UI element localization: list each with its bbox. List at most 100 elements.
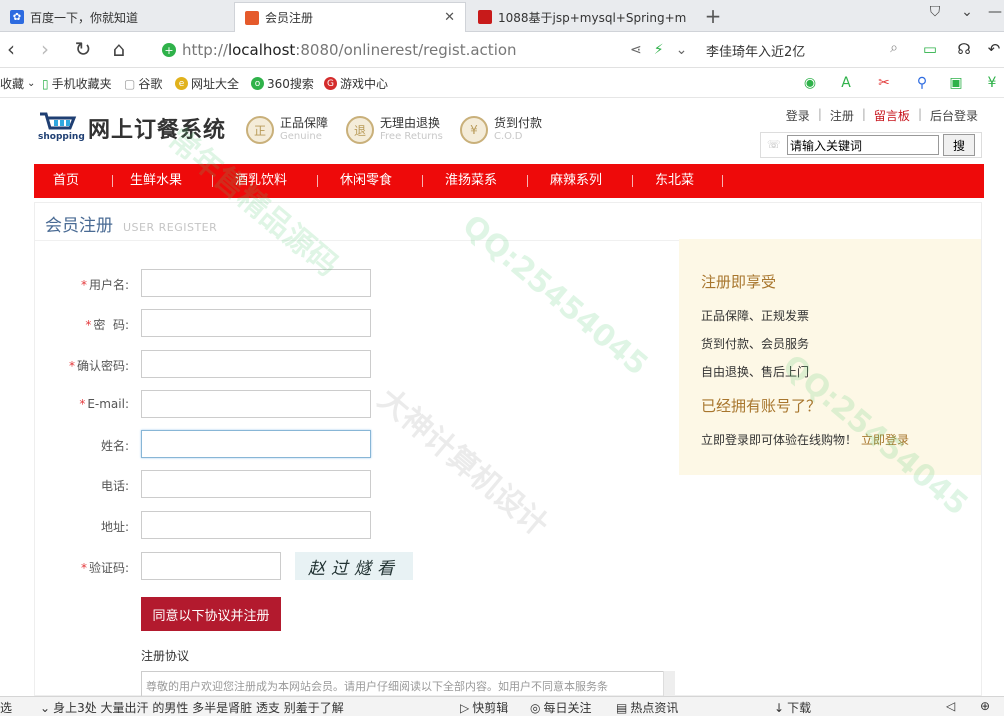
search-icon[interactable]: ⌕: [890, 40, 898, 56]
fav-label: 谷歌: [138, 77, 163, 91]
lightning-icon[interactable]: ⚡: [654, 42, 664, 58]
required-mark: *: [80, 561, 87, 575]
search-icon: o: [251, 77, 264, 90]
nav-fresh-fruit[interactable]: 生鲜水果: [130, 164, 182, 198]
fav-mobile[interactable]: ▯ 手机收藏夹: [42, 75, 112, 92]
fav-sites[interactable]: e 网址大全: [175, 75, 239, 92]
have-account-heading: 已经拥有账号了？: [701, 397, 822, 415]
phone-input[interactable]: [141, 470, 371, 498]
quick-clip[interactable]: ▷ 快剪辑: [460, 699, 508, 716]
admin-login-link[interactable]: 后台登录: [930, 107, 978, 124]
url-field[interactable]: + http://localhost:8080/onlinerest/regis…: [162, 36, 696, 64]
news-ticker[interactable]: ⌄ 身上3处 大量出汗 的男性 多半是肾脏 透支 别羞于了解: [40, 699, 344, 716]
login-now-link[interactable]: 立即登录: [861, 433, 909, 447]
label: 快剪辑: [472, 701, 509, 715]
downloads[interactable]: ↓ 下载: [774, 699, 811, 716]
email-input[interactable]: [141, 390, 371, 418]
currency-icon[interactable]: ¥: [982, 73, 1002, 93]
undo-icon[interactable]: ↶: [984, 40, 1004, 58]
top-links: 登录 | 注册 | 留言板 | 后台登录: [786, 107, 978, 124]
magnifier-icon[interactable]: ⚲: [912, 73, 932, 93]
headphones-icon[interactable]: ☊: [954, 40, 974, 58]
tab-project[interactable]: 1088基于jsp+mysql+Spring+m: [468, 2, 698, 32]
game-icon: G: [324, 77, 337, 90]
tab-register[interactable]: 会员注册 ✕: [234, 2, 466, 32]
chat-icon[interactable]: ◉: [800, 73, 820, 93]
nav-dongbei[interactable]: 东北菜: [655, 164, 694, 198]
agreement-textarea[interactable]: 尊敬的用户欢迎您注册成为本网站会员。请用户仔细阅读以下全部内容。如用户不同意本服…: [141, 671, 675, 696]
required-mark: *: [68, 359, 75, 373]
new-tab-icon[interactable]: +: [702, 4, 724, 28]
hot-search-text: 李佳琦年入近2亿: [706, 44, 806, 60]
divider: |: [917, 107, 922, 121]
gamepad-icon[interactable]: ▣: [946, 73, 966, 93]
chevron-down-icon: ⌄: [27, 78, 36, 89]
field-captcha: * 验证码: 赵过燧看: [35, 552, 635, 582]
site-logo[interactable]: shopping 网上订餐系统: [38, 110, 226, 148]
nav-spicy[interactable]: 麻辣系列: [550, 164, 602, 198]
url-host: localhost: [227, 41, 296, 59]
volume-icon[interactable]: ◁: [946, 699, 955, 713]
forward-icon[interactable]: ›: [34, 38, 56, 60]
globe-icon: e: [175, 77, 188, 90]
refresh-icon[interactable]: ↻: [72, 38, 94, 60]
url-path: :8080/onlinerest/regist.action: [295, 41, 517, 59]
divider: [212, 175, 213, 187]
share-icon[interactable]: ⋖: [630, 42, 642, 58]
status-bar: 选 ⌄ 身上3处 大量出汗 的男性 多半是肾脏 透支 别羞于了解 ▷ 快剪辑 ◎ 每日…: [0, 696, 1004, 716]
captcha-input[interactable]: [141, 552, 281, 580]
label-text: 密 码:: [93, 318, 129, 332]
scissors-icon[interactable]: ✂: [874, 73, 894, 93]
translate-icon[interactable]: A: [836, 73, 856, 93]
fav-label: 游戏中心: [340, 77, 389, 91]
password-input[interactable]: [141, 309, 371, 337]
chevron-down-icon[interactable]: ⌄: [958, 4, 976, 20]
page-icon: [245, 10, 259, 25]
label: 热点资讯: [630, 701, 679, 715]
battery-icon[interactable]: ▭: [920, 40, 940, 58]
search-button[interactable]: 搜: [943, 134, 975, 156]
fav-google[interactable]: ▢ 谷歌: [124, 75, 162, 92]
chevron-down-icon[interactable]: ⌄: [676, 42, 688, 58]
divider: [112, 175, 113, 187]
tab-title: 会员注册: [265, 11, 314, 25]
shirt-icon[interactable]: ⛉: [926, 4, 944, 20]
message-board-link[interactable]: 留言板: [874, 107, 910, 124]
badge-returns: 退 无理由退换 Free Returns: [346, 116, 443, 144]
address-input[interactable]: [141, 511, 371, 539]
field-confirm-password: * 确认密码:: [35, 350, 635, 380]
nav-drinks[interactable]: 酒乳饮料: [235, 164, 287, 198]
baidu-paw-icon: ✿: [10, 10, 24, 24]
captcha-image[interactable]: 赵过燧看: [295, 552, 413, 580]
hot-search-field[interactable]: 李佳琦年入近2亿 ⌕: [706, 38, 906, 62]
zoom-icon[interactable]: ⊕: [980, 699, 990, 713]
tab-baidu[interactable]: ✿ 百度一下，你就知道: [0, 2, 232, 32]
agreement-label: 注册协议: [141, 649, 190, 663]
nav-huaiyang[interactable]: 淮扬菜系: [445, 164, 497, 198]
nav-snacks[interactable]: 休闲零食: [340, 164, 392, 198]
url-scheme: http://: [182, 41, 228, 59]
fav-360[interactable]: o 360搜索: [251, 75, 314, 92]
daily-follow[interactable]: ◎ 每日关注: [530, 699, 592, 716]
hot-news[interactable]: ▤ 热点资讯: [616, 699, 678, 716]
login-link[interactable]: 登录: [786, 107, 810, 124]
name-input[interactable]: [141, 430, 371, 458]
required-mark: *: [80, 278, 87, 292]
keyword-input[interactable]: [787, 135, 939, 155]
back-icon[interactable]: ‹: [0, 38, 22, 60]
confirm-password-input[interactable]: [141, 350, 371, 378]
fav-games[interactable]: G 游戏中心: [324, 75, 388, 92]
nav-home[interactable]: 首页: [53, 164, 79, 198]
fav-label: 网址大全: [191, 77, 240, 91]
close-icon[interactable]: ✕: [444, 10, 455, 25]
minimize-icon[interactable]: —: [986, 4, 1004, 20]
agreement-scrollbar[interactable]: [663, 671, 675, 696]
username-input[interactable]: [141, 269, 371, 297]
genuine-seal-icon: 正: [246, 116, 274, 144]
register-link[interactable]: 注册: [830, 107, 854, 124]
label-text: 确认密码:: [76, 359, 129, 373]
home-icon[interactable]: ⌂: [108, 38, 130, 60]
register-submit-button[interactable]: 同意以下协议并注册: [141, 597, 281, 631]
news-icon: ▤: [616, 700, 628, 715]
fav-collect[interactable]: 收藏 ⌄: [0, 75, 35, 92]
